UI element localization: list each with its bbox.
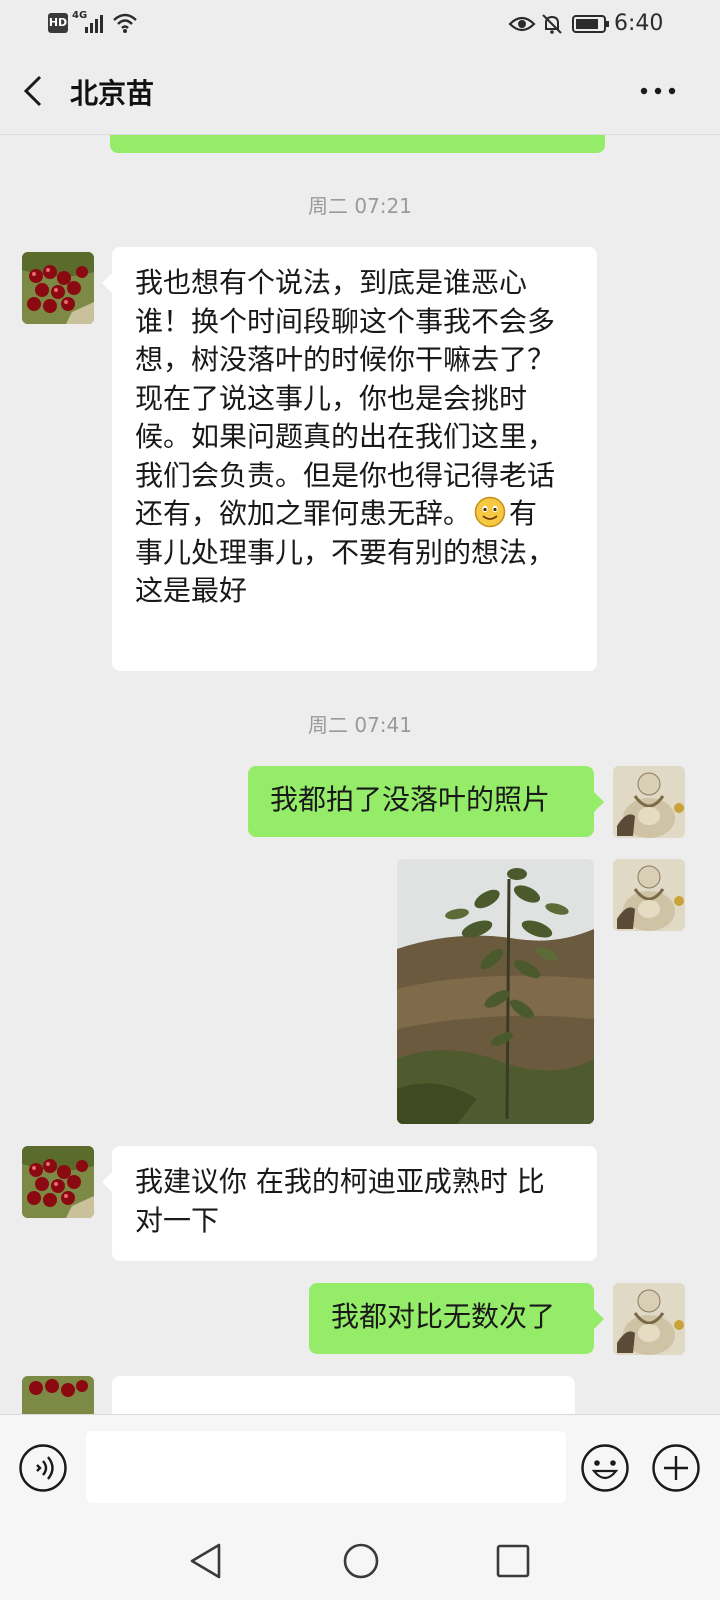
my-avatar[interactable] bbox=[613, 1283, 685, 1355]
my-avatar[interactable] bbox=[613, 859, 685, 931]
message-text: 还有，欲加之罪何患无辞。 bbox=[135, 497, 472, 530]
clock: 6:40 bbox=[614, 11, 664, 36]
message-text: 我都对比无数次了 bbox=[331, 1300, 556, 1333]
message-line: 对一下 bbox=[135, 1203, 220, 1237]
emoji-icon[interactable] bbox=[580, 1443, 630, 1493]
system-nav-bar bbox=[0, 1520, 720, 1600]
chevron-left-icon[interactable] bbox=[20, 74, 48, 108]
incoming-message-bubble[interactable] bbox=[112, 1376, 575, 1414]
smile-emoji-icon bbox=[474, 496, 506, 528]
message-text: 我都拍了没落叶的照片 bbox=[270, 783, 551, 816]
message-line: 还有，欲加之罪何患无辞。 有 bbox=[135, 495, 597, 534]
incoming-message-bubble[interactable]: 我建议你 在我的柯迪亚成熟时 比 对一下 bbox=[102, 1146, 597, 1261]
wifi-icon bbox=[113, 13, 137, 33]
timestamp: 周二 07:41 bbox=[308, 713, 412, 737]
message-line: 谁！换个时间段聊这个事我不会多 bbox=[135, 304, 556, 338]
voice-input-icon[interactable] bbox=[18, 1443, 68, 1493]
message-line: 现在了说这事儿，你也是会挑时 bbox=[135, 381, 528, 415]
chat-area[interactable]: 周二 07:21 我也想有个说法，到底是谁恶心 谁！换个时间段聊这个事我不会多 … bbox=[0, 135, 720, 1414]
circle-home-icon[interactable] bbox=[342, 1542, 380, 1580]
message-line: 我们会负责。但是你也得记得老话 bbox=[135, 458, 556, 492]
outgoing-message-bubble[interactable]: 我都对比无数次了 bbox=[309, 1283, 604, 1354]
timestamp: 周二 07:21 bbox=[308, 194, 412, 218]
chat-header: 北京苗 bbox=[0, 48, 720, 135]
mute-bell-icon bbox=[542, 14, 562, 34]
eye-icon bbox=[508, 16, 536, 32]
message-line: 候。如果问题真的出在我们这里， bbox=[135, 420, 556, 453]
signal-icon bbox=[85, 15, 103, 33]
input-bar bbox=[0, 1414, 720, 1521]
message-line: 这是最好 bbox=[135, 574, 248, 607]
triangle-back-icon[interactable] bbox=[188, 1542, 224, 1580]
message-line: 想，树没落叶的时候你干嘛去了？ bbox=[135, 343, 556, 376]
message-line: 我也想有个说法，到底是谁恶心 bbox=[135, 266, 528, 299]
hd-badge: HD bbox=[48, 13, 68, 33]
message-text: 有 bbox=[509, 497, 538, 530]
contact-avatar[interactable] bbox=[22, 1146, 94, 1218]
tree-photo[interactable] bbox=[397, 859, 594, 1124]
outgoing-message-bubble[interactable]: 我都拍了没落叶的照片 bbox=[248, 766, 604, 837]
message-input[interactable] bbox=[86, 1431, 566, 1503]
my-avatar[interactable] bbox=[613, 766, 685, 838]
status-bar: HD 4G 6:40 bbox=[0, 0, 720, 48]
more-dots-icon[interactable] bbox=[640, 86, 676, 96]
battery-icon bbox=[572, 15, 609, 33]
incoming-message-bubble[interactable]: 我也想有个说法，到底是谁恶心 谁！换个时间段聊这个事我不会多 想，树没落叶的时候… bbox=[102, 247, 597, 671]
previous-message-bubble[interactable] bbox=[110, 135, 605, 153]
chat-title: 北京苗 bbox=[70, 77, 155, 110]
plus-icon[interactable] bbox=[651, 1443, 701, 1493]
square-recents-icon[interactable] bbox=[496, 1544, 530, 1578]
message-line: 我建议你 在我的柯迪亚成熟时 比 bbox=[135, 1165, 545, 1198]
contact-avatar[interactable] bbox=[22, 1376, 94, 1414]
contact-avatar[interactable] bbox=[22, 252, 94, 324]
message-line: 事儿处理事儿，不要有别的想法， bbox=[135, 535, 556, 569]
